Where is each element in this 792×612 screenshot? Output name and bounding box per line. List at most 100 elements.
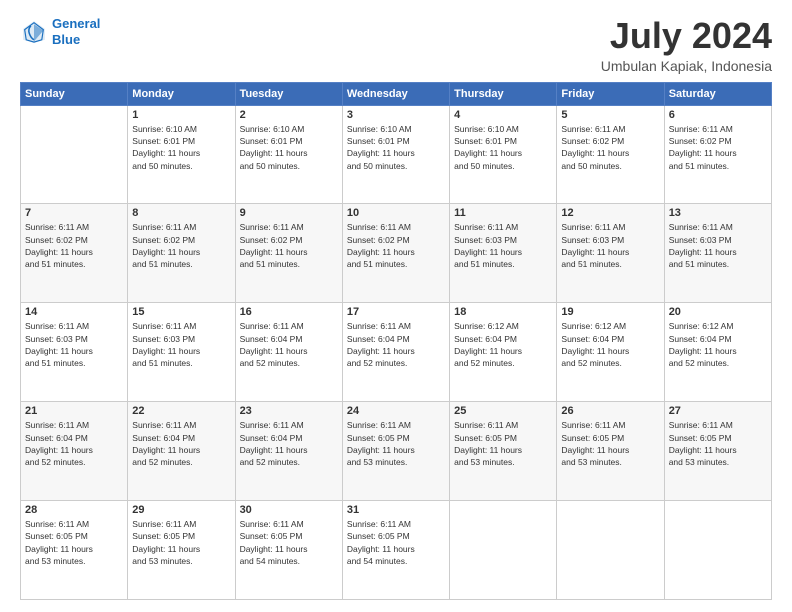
calendar-day-cell <box>21 105 128 204</box>
day-detail: Sunrise: 6:12 AM Sunset: 6:04 PM Dayligh… <box>669 320 767 369</box>
day-number: 9 <box>240 207 338 219</box>
calendar-day-cell: 12 Sunrise: 6:11 AM Sunset: 6:03 PM Dayli… <box>557 204 664 303</box>
calendar-day-cell <box>664 501 771 600</box>
calendar-week-row: 14 Sunrise: 6:11 AM Sunset: 6:03 PM Dayli… <box>21 303 772 402</box>
calendar-day-cell: 25 Sunrise: 6:11 AM Sunset: 6:05 PM Dayli… <box>450 402 557 501</box>
calendar-day-cell: 7 Sunrise: 6:11 AM Sunset: 6:02 PM Daylig… <box>21 204 128 303</box>
day-number: 17 <box>347 306 445 318</box>
day-number: 23 <box>240 405 338 417</box>
calendar-day-cell: 11 Sunrise: 6:11 AM Sunset: 6:03 PM Dayli… <box>450 204 557 303</box>
day-number: 8 <box>132 207 230 219</box>
day-number: 28 <box>25 504 123 516</box>
calendar-day-cell: 17 Sunrise: 6:11 AM Sunset: 6:04 PM Dayli… <box>342 303 449 402</box>
calendar-day-cell: 10 Sunrise: 6:11 AM Sunset: 6:02 PM Dayli… <box>342 204 449 303</box>
day-detail: Sunrise: 6:11 AM Sunset: 6:05 PM Dayligh… <box>561 419 659 468</box>
calendar-day-header: Tuesday <box>235 82 342 105</box>
calendar-day-cell: 24Sunrise: 6:11 AM Sunset: 6:05 PM Dayli… <box>342 402 449 501</box>
calendar-day-cell: 8 Sunrise: 6:11 AM Sunset: 6:02 PM Daylig… <box>128 204 235 303</box>
day-detail: Sunrise: 6:11 AM Sunset: 6:05 PM Dayligh… <box>25 518 123 567</box>
calendar-day-cell: 9 Sunrise: 6:11 AM Sunset: 6:02 PM Daylig… <box>235 204 342 303</box>
day-detail: Sunrise: 6:11 AM Sunset: 6:02 PM Dayligh… <box>132 221 230 270</box>
day-number: 24 <box>347 405 445 417</box>
day-number: 26 <box>561 405 659 417</box>
calendar-day-cell: 29Sunrise: 6:11 AM Sunset: 6:05 PM Dayli… <box>128 501 235 600</box>
calendar-day-cell: 23 Sunrise: 6:11 AM Sunset: 6:04 PM Dayli… <box>235 402 342 501</box>
calendar-day-header: Monday <box>128 82 235 105</box>
calendar-week-row: 7 Sunrise: 6:11 AM Sunset: 6:02 PM Daylig… <box>21 204 772 303</box>
calendar-day-cell: 21 Sunrise: 6:11 AM Sunset: 6:04 PM Dayli… <box>21 402 128 501</box>
day-detail: Sunrise: 6:10 AM Sunset: 6:01 PM Dayligh… <box>347 123 445 172</box>
day-detail: Sunrise: 6:11 AM Sunset: 6:04 PM Dayligh… <box>25 419 123 468</box>
calendar-day-cell: 1Sunrise: 6:10 AM Sunset: 6:01 PM Daylig… <box>128 105 235 204</box>
day-number: 16 <box>240 306 338 318</box>
day-detail: Sunrise: 6:11 AM Sunset: 6:02 PM Dayligh… <box>240 221 338 270</box>
calendar-day-cell: 19 Sunrise: 6:12 AM Sunset: 6:04 PM Dayli… <box>557 303 664 402</box>
day-detail: Sunrise: 6:11 AM Sunset: 6:04 PM Dayligh… <box>132 419 230 468</box>
day-detail: Sunrise: 6:12 AM Sunset: 6:04 PM Dayligh… <box>561 320 659 369</box>
calendar-day-cell: 2Sunrise: 6:10 AM Sunset: 6:01 PM Daylig… <box>235 105 342 204</box>
calendar-day-cell: 5 Sunrise: 6:11 AM Sunset: 6:02 PM Daylig… <box>557 105 664 204</box>
day-detail: Sunrise: 6:11 AM Sunset: 6:03 PM Dayligh… <box>669 221 767 270</box>
calendar-day-cell: 26 Sunrise: 6:11 AM Sunset: 6:05 PM Dayli… <box>557 402 664 501</box>
logo: General Blue <box>20 16 100 47</box>
day-number: 15 <box>132 306 230 318</box>
day-number: 25 <box>454 405 552 417</box>
calendar-day-cell: 16 Sunrise: 6:11 AM Sunset: 6:04 PM Dayli… <box>235 303 342 402</box>
day-detail: Sunrise: 6:11 AM Sunset: 6:03 PM Dayligh… <box>561 221 659 270</box>
day-detail: Sunrise: 6:11 AM Sunset: 6:05 PM Dayligh… <box>347 518 445 567</box>
calendar-day-cell: 4Sunrise: 6:10 AM Sunset: 6:01 PM Daylig… <box>450 105 557 204</box>
day-number: 11 <box>454 207 552 219</box>
day-number: 27 <box>669 405 767 417</box>
calendar-day-cell: 22 Sunrise: 6:11 AM Sunset: 6:04 PM Dayli… <box>128 402 235 501</box>
day-detail: Sunrise: 6:12 AM Sunset: 6:04 PM Dayligh… <box>454 320 552 369</box>
calendar-day-cell <box>557 501 664 600</box>
logo-text: General Blue <box>52 16 100 47</box>
calendar-header-row: SundayMondayTuesdayWednesdayThursdayFrid… <box>21 82 772 105</box>
day-number: 21 <box>25 405 123 417</box>
day-detail: Sunrise: 6:11 AM Sunset: 6:03 PM Dayligh… <box>132 320 230 369</box>
day-detail: Sunrise: 6:11 AM Sunset: 6:02 PM Dayligh… <box>669 123 767 172</box>
calendar-day-header: Wednesday <box>342 82 449 105</box>
day-detail: Sunrise: 6:11 AM Sunset: 6:03 PM Dayligh… <box>25 320 123 369</box>
day-detail: Sunrise: 6:11 AM Sunset: 6:04 PM Dayligh… <box>240 419 338 468</box>
day-detail: Sunrise: 6:11 AM Sunset: 6:04 PM Dayligh… <box>347 320 445 369</box>
page: General Blue July 2024 Umbulan Kapiak, I… <box>0 0 792 612</box>
day-number: 7 <box>25 207 123 219</box>
calendar-day-cell: 28 Sunrise: 6:11 AM Sunset: 6:05 PM Dayli… <box>21 501 128 600</box>
month-year: July 2024 <box>601 16 772 56</box>
day-number: 19 <box>561 306 659 318</box>
day-detail: Sunrise: 6:11 AM Sunset: 6:03 PM Dayligh… <box>454 221 552 270</box>
day-number: 20 <box>669 306 767 318</box>
calendar-day-header: Friday <box>557 82 664 105</box>
calendar-day-header: Thursday <box>450 82 557 105</box>
logo-line1: General <box>52 16 100 31</box>
day-detail: Sunrise: 6:11 AM Sunset: 6:02 PM Dayligh… <box>347 221 445 270</box>
day-number: 1 <box>132 109 230 121</box>
day-detail: Sunrise: 6:11 AM Sunset: 6:02 PM Dayligh… <box>561 123 659 172</box>
day-detail: Sunrise: 6:11 AM Sunset: 6:05 PM Dayligh… <box>454 419 552 468</box>
day-number: 30 <box>240 504 338 516</box>
day-number: 13 <box>669 207 767 219</box>
calendar-day-cell: 6Sunrise: 6:11 AM Sunset: 6:02 PM Daylig… <box>664 105 771 204</box>
day-number: 29 <box>132 504 230 516</box>
day-detail: Sunrise: 6:10 AM Sunset: 6:01 PM Dayligh… <box>240 123 338 172</box>
day-number: 12 <box>561 207 659 219</box>
logo-icon <box>20 18 48 46</box>
day-number: 22 <box>132 405 230 417</box>
title-block: July 2024 Umbulan Kapiak, Indonesia <box>601 16 772 74</box>
calendar-week-row: 21 Sunrise: 6:11 AM Sunset: 6:04 PM Dayli… <box>21 402 772 501</box>
location: Umbulan Kapiak, Indonesia <box>601 58 772 74</box>
day-number: 5 <box>561 109 659 121</box>
day-number: 14 <box>25 306 123 318</box>
calendar: SundayMondayTuesdayWednesdayThursdayFrid… <box>20 82 772 600</box>
calendar-day-cell: 15 Sunrise: 6:11 AM Sunset: 6:03 PM Dayli… <box>128 303 235 402</box>
calendar-day-cell: 3Sunrise: 6:10 AM Sunset: 6:01 PM Daylig… <box>342 105 449 204</box>
calendar-day-cell: 27Sunrise: 6:11 AM Sunset: 6:05 PM Dayli… <box>664 402 771 501</box>
day-number: 10 <box>347 207 445 219</box>
day-number: 18 <box>454 306 552 318</box>
day-detail: Sunrise: 6:11 AM Sunset: 6:04 PM Dayligh… <box>240 320 338 369</box>
day-number: 4 <box>454 109 552 121</box>
calendar-day-cell: 14 Sunrise: 6:11 AM Sunset: 6:03 PM Dayli… <box>21 303 128 402</box>
calendar-day-header: Sunday <box>21 82 128 105</box>
day-detail: Sunrise: 6:11 AM Sunset: 6:02 PM Dayligh… <box>25 221 123 270</box>
